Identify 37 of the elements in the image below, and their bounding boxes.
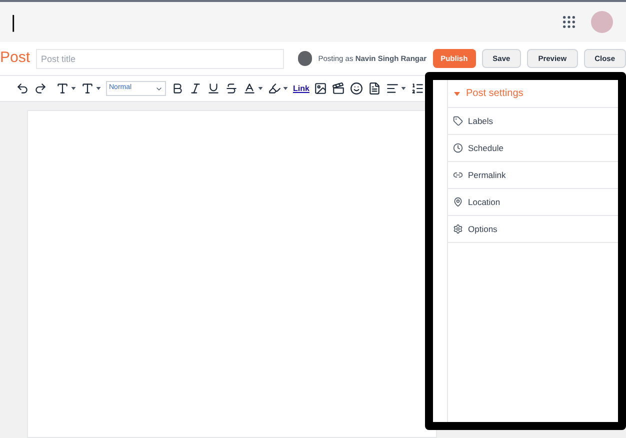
underline-icon[interactable] bbox=[207, 82, 220, 95]
settings-item[interactable]: Labels bbox=[448, 108, 618, 135]
video-icon[interactable] bbox=[332, 82, 346, 95]
author-avatar bbox=[298, 51, 312, 66]
numbered-list-icon[interactable] bbox=[411, 82, 424, 95]
highlight-icon[interactable] bbox=[268, 82, 281, 95]
redo-icon[interactable] bbox=[34, 82, 47, 95]
settings-item[interactable]: Schedule bbox=[448, 135, 618, 162]
caret-icon bbox=[96, 87, 101, 90]
settings-item[interactable]: Permalink bbox=[448, 162, 618, 189]
emoji-icon[interactable] bbox=[350, 82, 364, 95]
align-icon[interactable] bbox=[386, 82, 400, 95]
tag-icon bbox=[453, 116, 463, 126]
settings-item[interactable]: Options bbox=[448, 216, 618, 243]
settings-item[interactable]: Location bbox=[448, 189, 618, 216]
caret-icon bbox=[283, 87, 288, 90]
image-icon[interactable] bbox=[314, 82, 328, 95]
text-cursor: | bbox=[11, 10, 16, 34]
caret-icon bbox=[401, 87, 406, 90]
caret-icon bbox=[258, 87, 263, 90]
font-size-icon[interactable] bbox=[81, 82, 94, 95]
link-button[interactable]: Link bbox=[293, 82, 310, 94]
italic-icon[interactable] bbox=[189, 82, 202, 95]
gear-icon bbox=[453, 224, 463, 234]
page-break-icon[interactable] bbox=[368, 82, 382, 95]
page-title: Post bbox=[0, 48, 30, 68]
strikethrough-icon[interactable] bbox=[225, 82, 238, 95]
post-title-field[interactable]: Post title bbox=[36, 48, 284, 68]
chain-link-icon bbox=[453, 170, 463, 180]
caret-icon bbox=[71, 87, 76, 90]
undo-icon[interactable] bbox=[16, 82, 29, 95]
bold-icon[interactable] bbox=[171, 82, 184, 95]
apps-grid-icon[interactable] bbox=[561, 14, 577, 30]
font-icon[interactable] bbox=[56, 82, 69, 95]
text-color-icon[interactable] bbox=[243, 82, 256, 95]
map-pin-icon bbox=[453, 197, 463, 207]
clock-icon bbox=[453, 143, 463, 153]
